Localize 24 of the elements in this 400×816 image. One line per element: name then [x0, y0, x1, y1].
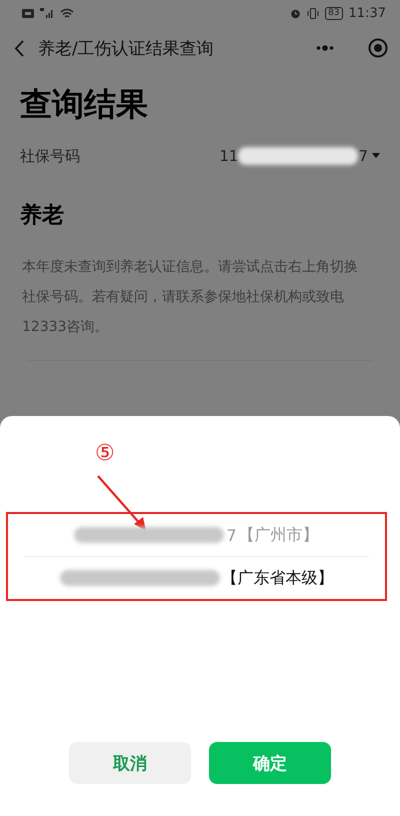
option-number[interactable]: 7 [226, 526, 237, 544]
battery-indicator: 83 [325, 6, 343, 20]
account-number: 7 [358, 147, 368, 165]
more-icon[interactable] [316, 45, 334, 51]
cancel-button[interactable]: 取消 [69, 742, 191, 784]
picker-option[interactable]: 【广州市】 [238, 524, 319, 546]
hd-icon [22, 8, 34, 18]
vibrate-icon [307, 8, 320, 18]
page-heading: 查询结果 [20, 84, 149, 125]
dropdown-caret-icon[interactable] [372, 153, 380, 159]
section-title: 养老 [20, 202, 65, 230]
status-time: 11:37 [348, 6, 386, 20]
field-label: 社保号码 [20, 146, 80, 166]
annotation-number: ⑤ [95, 440, 115, 468]
alarm-icon [290, 8, 302, 18]
confirm-button[interactable]: 确定 [209, 742, 331, 784]
page-title: 养老/工伤认证结果查询 [38, 38, 214, 60]
account-number: 11 [219, 147, 238, 165]
info-message: 本年度未查询到养老认证信息。请尝试点击右上角切换社保号码。若有疑问，请联系参保地社保机构或致电12333咨询。 [22, 258, 359, 337]
back-icon[interactable] [14, 40, 24, 56]
wifi-icon [60, 8, 74, 18]
close-target-icon[interactable] [368, 38, 388, 58]
signal-icon [40, 8, 54, 18]
picker-option[interactable]: 【广东省本级】 [222, 568, 334, 588]
